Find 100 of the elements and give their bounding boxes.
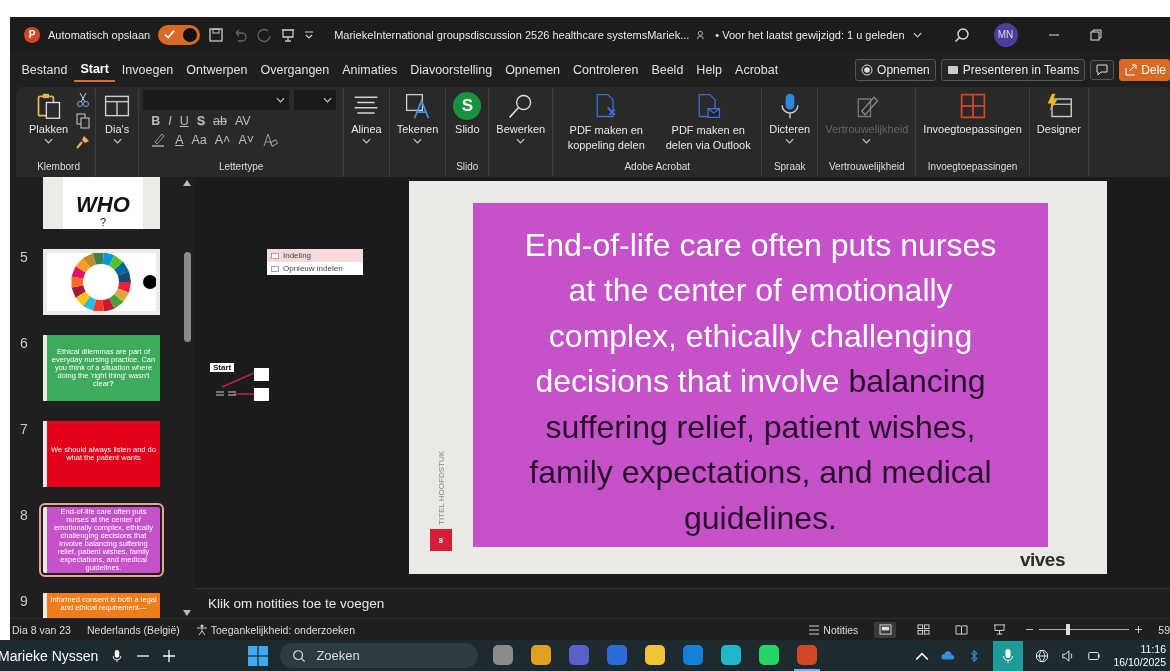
- format-button[interactable]: I: [168, 113, 172, 128]
- microphone-tray-button[interactable]: [993, 640, 1024, 671]
- chevron-icon: [912, 31, 922, 38]
- slides-button[interactable]: Dia's: [100, 89, 135, 146]
- menu-tab[interactable]: Start: [73, 57, 116, 82]
- slido-logo: S: [453, 91, 482, 120]
- menu-tab[interactable]: Help: [689, 58, 729, 81]
- scroll-up-icon[interactable]: [183, 180, 191, 187]
- font-style-button[interactable]: A: [175, 132, 184, 147]
- group-label: Slido: [456, 161, 479, 175]
- record-icon: [861, 63, 874, 76]
- menu-tab[interactable]: Bestand: [15, 58, 74, 81]
- menu-tab[interactable]: Opnemen: [498, 58, 567, 81]
- grid-view-icon: [916, 624, 930, 636]
- slide-number: 7: [19, 421, 29, 440]
- windows-start-icon[interactable]: [248, 645, 269, 666]
- grid-icon: [958, 91, 987, 120]
- format-button[interactable]: S: [196, 113, 206, 128]
- chevron-icon: [276, 96, 286, 103]
- app-icon: [569, 644, 590, 665]
- search-icon[interactable]: [953, 26, 970, 43]
- draw-button[interactable]: Tekenen: [393, 89, 442, 146]
- menu-tab[interactable]: Invoegen: [115, 58, 180, 81]
- group-label: Lettertype: [218, 161, 264, 175]
- slide-text: End-of-life care often puts nurses at the center of emotionally complex, ethically challenging decisions that involve balancing suffering relief, patient wishes, family expectations, and medical guidelines.: [523, 225, 998, 538]
- dictate-button[interactable]: Dicteren: [766, 89, 814, 146]
- globe-icon[interactable]: [1035, 648, 1050, 663]
- normal-view-button[interactable]: [874, 621, 897, 638]
- pdf-link-button[interactable]: PDF maken en koppeling delen: [557, 89, 656, 155]
- edit-button[interactable]: Bewerken: [493, 89, 549, 146]
- restore-icon[interactable]: [1089, 28, 1102, 41]
- cloud-icon[interactable]: [941, 648, 956, 663]
- clock-date[interactable]: 16/10/2025: [1113, 655, 1166, 669]
- font-name-field[interactable]: [143, 89, 290, 110]
- chevron-icon: [323, 96, 333, 103]
- document-title: MariekeInternational groupsdiscussion 2526 healthcare systemsMariek...: [334, 28, 690, 41]
- zoom-level[interactable]: 59: [1158, 623, 1170, 636]
- menu-item[interactable]: Opnieuw indelen: [267, 262, 363, 276]
- pdf-mail-button[interactable]: PDF maken en delen via Outlook: [659, 89, 758, 155]
- chevron-icon: [862, 137, 872, 144]
- menu-item[interactable]: Indeling: [267, 249, 363, 263]
- redo-icon[interactable]: [256, 26, 273, 43]
- last-modified-label[interactable]: • Voor het laatst gewijzigd: 1 u geleden: [715, 28, 905, 41]
- menu-tab[interactable]: Ontwerpen: [179, 58, 254, 81]
- paste-button[interactable]: Plakken: [26, 89, 72, 146]
- app-icon: [721, 644, 742, 665]
- font-style-button[interactable]: Aa: [191, 132, 207, 147]
- thumbnail-text: WHO: [76, 194, 130, 217]
- accessibility-button[interactable]: Toegankelijkheid: onderzoeken: [195, 623, 355, 636]
- group-label: Invoegtoepassingen: [927, 161, 1018, 175]
- slide-number: 6: [19, 335, 29, 354]
- menu-tab[interactable]: Beeld: [644, 58, 690, 81]
- format-button[interactable]: B: [151, 113, 161, 128]
- clear-format-icon[interactable]: [262, 131, 279, 148]
- screen-icon: [946, 63, 959, 76]
- menu-tab[interactable]: Diavoorstelling: [403, 58, 499, 81]
- copy-icon[interactable]: [75, 112, 92, 129]
- paragraph-button[interactable]: Alinea: [348, 89, 385, 146]
- save-icon[interactable]: [208, 26, 225, 43]
- format-painter-icon[interactable]: [75, 133, 92, 150]
- slide-counter: Dia 8 van 23: [12, 623, 71, 636]
- notes-field[interactable]: Klik om notities toe te voegen: [195, 588, 1170, 619]
- format-button[interactable]: ab: [213, 113, 227, 128]
- chevron-icon: [516, 137, 526, 144]
- record-button[interactable]: Opnemen: [855, 58, 936, 81]
- format-button[interactable]: U: [179, 113, 189, 128]
- scissors-icon[interactable]: [75, 91, 92, 108]
- slide-number: 5: [19, 249, 29, 268]
- slido-button[interactable]: S Slido: [450, 89, 485, 137]
- scroll-thumb[interactable]: [184, 252, 191, 343]
- addins-button[interactable]: Invoegtoepassingen: [920, 89, 1025, 137]
- slide-thumbnail[interactable]: WHO ?: [43, 177, 160, 230]
- font-style-button[interactable]: A˄: [214, 132, 231, 147]
- plus-icon[interactable]: [162, 648, 177, 663]
- notes-button[interactable]: Notities: [808, 623, 859, 636]
- zoom-in-icon[interactable]: [1135, 626, 1143, 634]
- menu-tab[interactable]: Overgangen: [253, 58, 336, 81]
- clock-time[interactable]: 11:16: [1140, 642, 1166, 656]
- menu-tab[interactable]: Acrobat: [728, 58, 785, 81]
- microphone-icon: [1002, 647, 1015, 664]
- shape-text-icon: [403, 91, 432, 120]
- chapter-label: TITEL HOOFDSTUK: [436, 451, 446, 526]
- font-style-button[interactable]: A˅: [238, 132, 255, 147]
- present-in-teams-button[interactable]: Presenteren in Teams: [940, 58, 1086, 81]
- customize-caret-icon[interactable]: [304, 29, 315, 40]
- menu-tab[interactable]: Animaties: [335, 58, 404, 81]
- designer-button[interactable]: Designer: [1033, 89, 1084, 137]
- font-size-field[interactable]: [294, 89, 337, 110]
- format-button[interactable]: AV: [234, 113, 251, 128]
- menu-tab[interactable]: Controleren: [566, 58, 645, 81]
- autosave-toggle[interactable]: [158, 24, 201, 45]
- slide-number: 9: [19, 593, 29, 612]
- user-avatar[interactable]: MN: [993, 22, 1018, 47]
- normal-view-icon: [878, 624, 892, 636]
- language-label[interactable]: Nederlands (België): [86, 623, 180, 636]
- comments-button[interactable]: [1090, 59, 1115, 80]
- app-icon: [645, 644, 666, 665]
- search-field[interactable]: Zoeken: [280, 643, 479, 668]
- start-label: Start: [210, 363, 235, 373]
- presentation-icon[interactable]: [280, 26, 297, 43]
